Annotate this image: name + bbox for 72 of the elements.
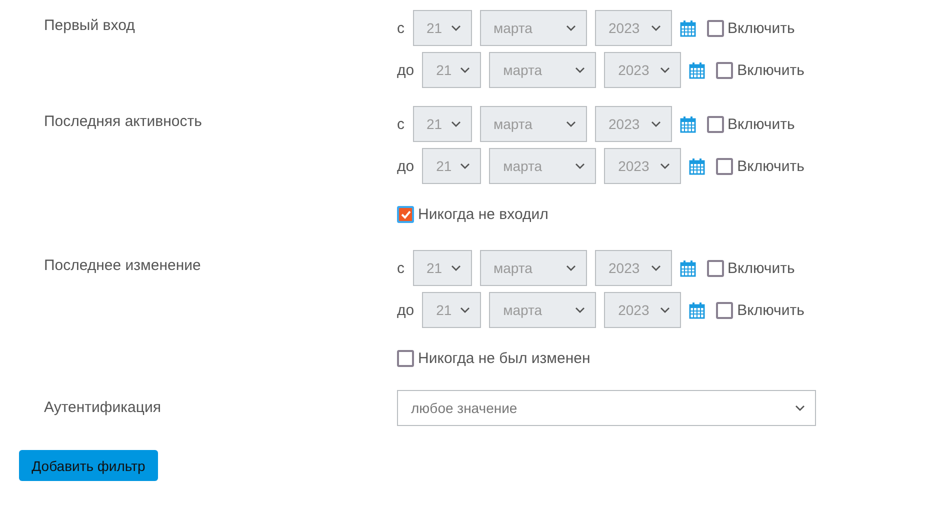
caret-icon xyxy=(650,121,660,127)
month-select[interactable]: марта xyxy=(480,250,586,286)
caret-icon xyxy=(650,25,660,31)
range-label: до xyxy=(397,302,414,318)
calendar-icon[interactable] xyxy=(680,116,696,132)
calendar-icon[interactable] xyxy=(689,302,706,318)
year-select[interactable]: 2023 xyxy=(594,106,672,142)
caret-icon xyxy=(650,265,660,271)
checkbox[interactable] xyxy=(706,20,724,36)
range-label: до xyxy=(397,62,414,78)
month-select[interactable]: марта xyxy=(480,106,586,142)
day-select[interactable]: 21 xyxy=(412,10,472,46)
caret-icon xyxy=(450,25,460,31)
caret-icon xyxy=(450,121,460,127)
caret-icon xyxy=(460,307,470,313)
calendar-icon[interactable] xyxy=(689,158,706,174)
checkbox-label: Никогда не входил xyxy=(418,206,548,222)
checkbox[interactable] xyxy=(706,116,724,132)
checkbox[interactable] xyxy=(716,302,734,318)
field-label: Последняя активность xyxy=(43,112,203,132)
caret-icon xyxy=(460,67,470,73)
add-filter-button[interactable]: Добавить фильтр xyxy=(19,450,158,481)
calendar-icon[interactable] xyxy=(680,20,696,36)
checkbox[interactable] xyxy=(397,206,414,222)
checkbox-label: Включить xyxy=(728,116,795,132)
day-select[interactable]: 21 xyxy=(412,250,472,286)
calendar-icon[interactable] xyxy=(680,260,696,276)
range-label: с xyxy=(397,20,404,36)
field-label: Аутентификация xyxy=(43,398,162,418)
check-icon xyxy=(400,210,410,218)
year-select[interactable]: 2023 xyxy=(594,10,672,46)
day-select[interactable]: 21 xyxy=(422,148,482,184)
range-label: с xyxy=(397,260,404,276)
checkbox-label: Включить xyxy=(728,20,795,36)
month-select[interactable]: марта xyxy=(489,292,596,328)
caret-icon xyxy=(566,25,576,31)
field-label: Первый вход xyxy=(43,16,136,36)
checkbox-label: Включить xyxy=(737,302,804,318)
caret-icon xyxy=(575,163,586,169)
checkbox[interactable] xyxy=(706,260,724,276)
caret-icon xyxy=(795,405,805,411)
checkbox-label: Включить xyxy=(728,260,795,276)
checkbox[interactable] xyxy=(716,62,734,78)
day-select[interactable]: 21 xyxy=(422,52,482,88)
caret-icon xyxy=(575,307,586,313)
checkbox-label: Включить xyxy=(737,158,804,174)
checkbox-label: Включить xyxy=(737,62,804,78)
day-select[interactable]: 21 xyxy=(412,106,472,142)
field-label: Последнее изменение xyxy=(43,256,202,276)
checkbox[interactable] xyxy=(716,158,734,174)
month-select[interactable]: марта xyxy=(489,148,596,184)
year-select[interactable]: 2023 xyxy=(604,292,682,328)
month-select[interactable]: марта xyxy=(480,10,586,46)
caret-icon xyxy=(660,307,670,313)
range-label: с xyxy=(397,116,404,132)
month-select[interactable]: марта xyxy=(489,52,596,88)
checkbox[interactable] xyxy=(397,350,414,366)
year-select[interactable]: 2023 xyxy=(604,52,682,88)
caret-icon xyxy=(660,163,670,169)
calendar-icon[interactable] xyxy=(689,62,706,78)
checkbox-label: Никогда не был изменен xyxy=(418,350,590,366)
caret-icon xyxy=(566,265,576,271)
day-select[interactable]: 21 xyxy=(422,292,482,328)
year-select[interactable]: 2023 xyxy=(594,250,672,286)
caret-icon xyxy=(660,67,670,73)
range-label: до xyxy=(397,158,414,174)
year-select[interactable]: 2023 xyxy=(604,148,682,184)
caret-icon xyxy=(566,121,576,127)
authentication-select[interactable]: любое значение xyxy=(397,390,816,426)
caret-icon xyxy=(575,67,586,73)
caret-icon xyxy=(460,163,470,169)
caret-icon xyxy=(450,265,460,271)
